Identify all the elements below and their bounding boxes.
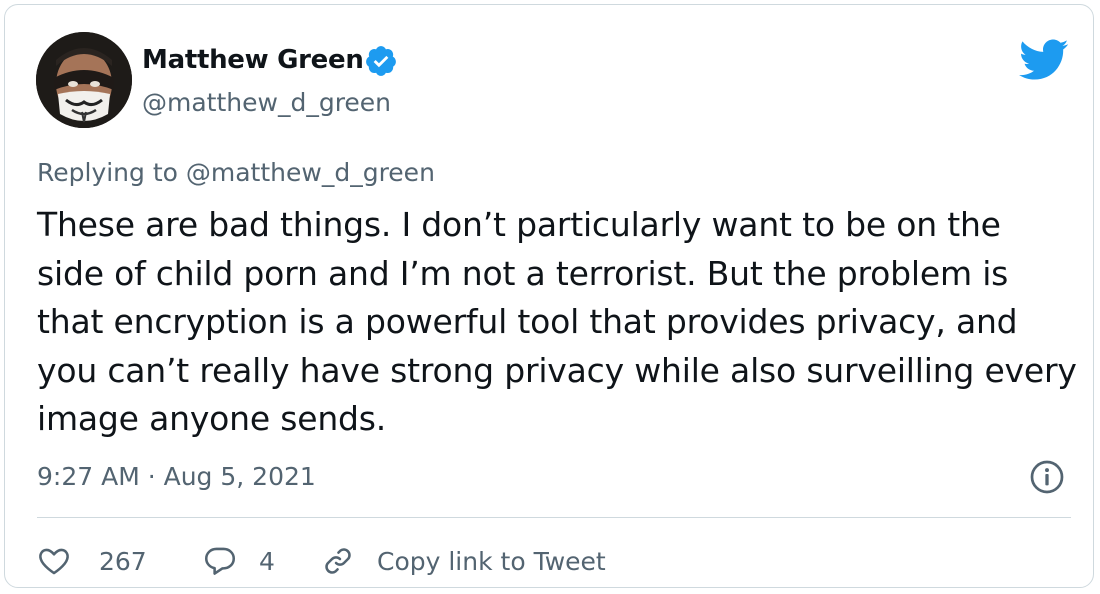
copy-link-button[interactable]: Copy link to Tweet xyxy=(321,544,606,578)
copy-link-label: Copy link to Tweet xyxy=(377,546,606,576)
chain-link-icon xyxy=(325,548,351,574)
reply-button[interactable]: 4 xyxy=(203,544,321,578)
masked-man-avatar-icon xyxy=(36,32,132,128)
info-icon[interactable] xyxy=(1029,459,1065,495)
like-button[interactable]: 267 xyxy=(37,544,203,578)
tweet-actions: 267 4 Copy link to Tweet xyxy=(37,535,606,587)
tweet-text: These are bad things. I don’t particular… xyxy=(37,205,1077,438)
tweet-timestamp[interactable]: 9:27 AM · Aug 5, 2021 xyxy=(37,462,316,491)
heart-icon xyxy=(39,548,69,575)
like-count: 267 xyxy=(99,546,147,576)
author-display-name[interactable]: Matthew Green xyxy=(142,45,364,75)
verified-badge-icon xyxy=(366,46,396,76)
replying-to[interactable]: Replying to @matthew_d_green xyxy=(37,158,435,187)
divider xyxy=(37,517,1071,518)
tweet-card: Matthew Green @matthew_d_green Replying … xyxy=(4,4,1094,588)
reply-count: 4 xyxy=(259,546,275,576)
author-avatar[interactable] xyxy=(36,32,132,128)
twitter-bird-icon[interactable] xyxy=(1019,38,1069,80)
speech-bubble-icon xyxy=(204,547,236,575)
author-handle[interactable]: @matthew_d_green xyxy=(142,88,391,117)
